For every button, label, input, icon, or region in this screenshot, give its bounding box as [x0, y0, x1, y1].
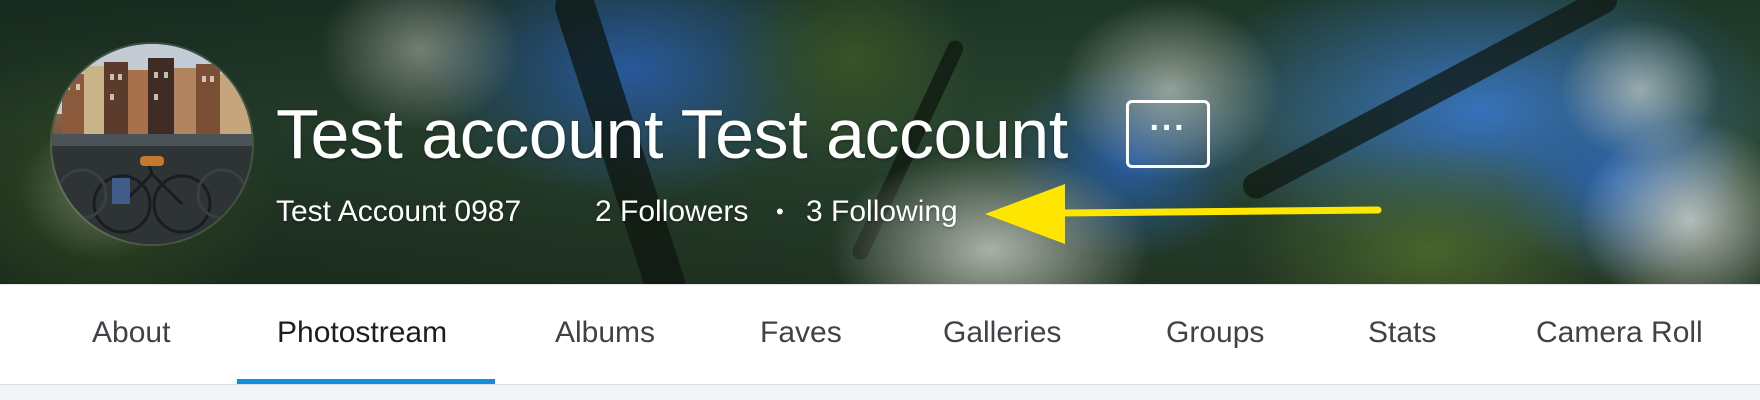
- tab-stats[interactable]: Stats: [1368, 285, 1436, 381]
- avatar[interactable]: [52, 44, 252, 244]
- ellipsis-icon: ···: [1149, 108, 1187, 147]
- tab-albums[interactable]: Albums: [555, 285, 655, 381]
- tab-galleries[interactable]: Galleries: [943, 285, 1061, 381]
- tab-about[interactable]: About: [92, 285, 170, 381]
- following-link[interactable]: 3 Following: [806, 192, 958, 232]
- tab-faves[interactable]: Faves: [760, 285, 842, 381]
- more-options-button[interactable]: ···: [1126, 100, 1210, 168]
- profile-display-name: Test account Test account: [276, 95, 1068, 173]
- content-area-edge: [0, 384, 1760, 400]
- tab-camera-roll[interactable]: Camera Roll: [1536, 285, 1703, 381]
- meta-separator: •: [776, 199, 784, 224]
- profile-page: Test account Test account ··· Test Accou…: [0, 0, 1760, 400]
- tab-groups[interactable]: Groups: [1166, 285, 1264, 381]
- followers-link[interactable]: 2 Followers: [595, 192, 748, 232]
- tab-photostream[interactable]: Photostream: [277, 285, 447, 381]
- profile-tab-bar: About Photostream Albums Faves Galleries…: [0, 284, 1760, 385]
- profile-username: Test Account 0987: [276, 195, 522, 228]
